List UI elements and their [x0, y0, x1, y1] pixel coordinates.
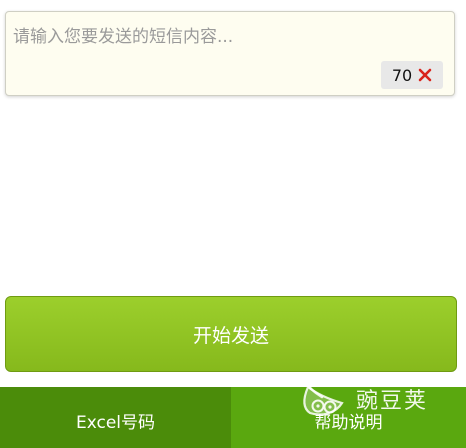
watermark: 豌豆荚: [296, 373, 456, 425]
pea-pod-logo: [300, 375, 344, 416]
char-count: 70: [391, 65, 413, 85]
watermark-text: 豌豆荚: [356, 389, 429, 414]
char-count-clear-button[interactable]: 70: [381, 61, 443, 89]
close-icon: [418, 68, 432, 82]
tab-excel-label: Excel号码: [75, 413, 156, 433]
message-input[interactable]: 请输入您要发送的短信内容... 70: [5, 11, 455, 96]
start-send-button[interactable]: 开始发送: [5, 296, 457, 372]
tab-excel-numbers[interactable]: Excel号码: [0, 387, 231, 448]
message-placeholder: 请输入您要发送的短信内容...: [13, 27, 234, 47]
